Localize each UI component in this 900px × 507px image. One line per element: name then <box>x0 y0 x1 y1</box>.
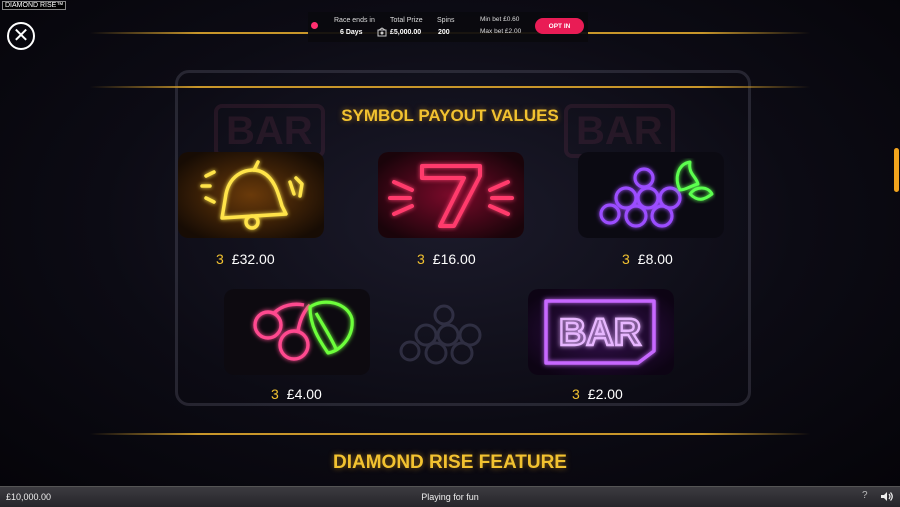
cherries-count: 3 <box>271 386 279 402</box>
speaker-icon[interactable] <box>880 491 894 504</box>
bell-amount: £32.00 <box>231 251 275 267</box>
cherries-amount: £4.00 <box>286 386 322 402</box>
grapes-payout: 3 £8.00 <box>622 251 673 267</box>
bet-limits: Min bet £0.60 Max bet £2.00 <box>480 14 521 38</box>
max-bet: Max bet £2.00 <box>480 28 522 35</box>
seven-count: 3 <box>417 251 425 267</box>
opt-in-button[interactable]: OPT IN <box>535 18 584 34</box>
bar-symbol: BAR <box>528 289 674 375</box>
background-grapes-symbol <box>378 289 524 375</box>
bell-payout: 3 £32.00 <box>216 251 275 267</box>
total-prize-label: Total Prize <box>390 17 423 24</box>
play-mode: Playing for fun <box>421 492 479 502</box>
payout-title: SYMBOL PAYOUT VALUES <box>341 106 559 125</box>
race-ends-label: Race ends in <box>334 17 375 24</box>
cherries-symbol <box>224 289 370 375</box>
total-prize-value: £5,000.00 <box>390 29 422 36</box>
bell-symbol <box>178 152 324 238</box>
close-button[interactable]: ✕ <box>7 22 35 50</box>
grapes-symbol <box>578 152 724 238</box>
spins-label: Spins <box>437 17 455 24</box>
scrollbar[interactable] <box>894 148 899 192</box>
bar-count: 3 <box>572 386 580 402</box>
grapes-amount: £8.00 <box>637 251 673 267</box>
race-ends-value: 6 Days <box>340 29 363 36</box>
seven-payout: 3 £16.00 <box>417 251 476 267</box>
race-live-dot <box>311 22 318 29</box>
cherries-payout: 3 £4.00 <box>271 386 322 402</box>
grapes-count: 3 <box>622 251 630 267</box>
close-icon: ✕ <box>12 25 30 47</box>
bell-count: 3 <box>216 251 224 267</box>
divider <box>90 433 810 435</box>
spins-value: 200 <box>438 29 450 36</box>
seven-amount: £16.00 <box>432 251 476 267</box>
bar-amount: £2.00 <box>587 386 623 402</box>
prize-icon <box>377 27 387 39</box>
feature-title: DIAMOND RISE FEATURE <box>333 452 567 473</box>
game-tag: DIAMOND RISE™ <box>2 1 67 10</box>
min-bet: Min bet £0.60 <box>480 16 520 23</box>
bar-symbol-text: BAR <box>559 312 641 354</box>
bar-payout: 3 £2.00 <box>572 386 623 402</box>
help-icon[interactable]: ? <box>862 490 868 501</box>
seven-symbol <box>378 152 524 238</box>
divider <box>90 86 810 88</box>
bottom-bar: £10,000.00 Playing for fun ? <box>0 486 900 507</box>
